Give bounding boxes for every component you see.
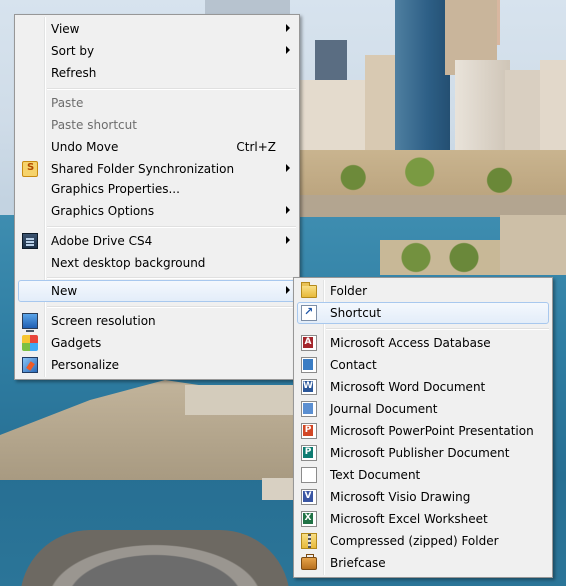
menu-separator [47, 306, 296, 308]
menu-item-next-desktop-background[interactable]: Next desktop background [18, 252, 296, 274]
new-item-access-database[interactable]: Microsoft Access Database [297, 332, 549, 354]
submenu-arrow-icon [286, 24, 290, 32]
new-item-excel-worksheet[interactable]: Microsoft Excel Worksheet [297, 508, 549, 530]
monitor-icon [22, 313, 38, 332]
menu-item-label: Microsoft Visio Drawing [330, 490, 471, 504]
menu-item-label: Briefcase [330, 556, 386, 570]
publisher-icon [301, 445, 317, 461]
adobe-drive-icon [22, 233, 38, 249]
access-icon [301, 335, 317, 351]
new-item-powerpoint-presentation[interactable]: Microsoft PowerPoint Presentation [297, 420, 549, 442]
menu-item-label: Sort by [51, 44, 95, 58]
new-item-shortcut[interactable]: Shortcut [297, 302, 549, 324]
submenu-arrow-icon [286, 236, 290, 244]
wallpaper-opera-house-roof [20, 530, 290, 586]
new-item-folder[interactable]: Folder [297, 280, 549, 302]
menu-item-label: Shortcut [330, 306, 382, 320]
menu-item-refresh[interactable]: Refresh [18, 62, 296, 84]
word-icon [301, 379, 317, 395]
menu-item-label: Graphics Properties... [51, 182, 180, 196]
zip-folder-icon [301, 533, 317, 549]
visio-icon [301, 489, 317, 505]
menu-separator [47, 88, 296, 90]
contact-icon [301, 357, 317, 373]
menu-item-paste: Paste [18, 92, 296, 114]
text-document-icon [301, 467, 317, 483]
wallpaper-building [205, 0, 290, 15]
menu-item-label: Microsoft Publisher Document [330, 446, 510, 460]
new-item-visio-drawing[interactable]: Microsoft Visio Drawing [297, 486, 549, 508]
submenu-arrow-icon [286, 286, 290, 294]
new-item-word-document[interactable]: Microsoft Word Document [297, 376, 549, 398]
menu-item-label: Microsoft Access Database [330, 336, 491, 350]
wallpaper-quay [500, 215, 566, 275]
new-item-journal-document[interactable]: Journal Document [297, 398, 549, 420]
menu-separator [47, 226, 296, 228]
menu-item-label: New [51, 284, 78, 298]
powerpoint-icon [301, 423, 317, 439]
submenu-arrow-icon [286, 164, 290, 172]
personalize-icon [22, 357, 38, 373]
gadgets-icon [22, 335, 38, 351]
menu-item-new[interactable]: New [18, 280, 296, 302]
menu-item-label: Microsoft PowerPoint Presentation [330, 424, 534, 438]
menu-item-screen-resolution[interactable]: Screen resolution [18, 310, 296, 332]
menu-item-gadgets[interactable]: Gadgets [18, 332, 296, 354]
desktop-context-menu: View Sort by Refresh Paste Paste shortcu… [14, 14, 300, 380]
menu-item-view[interactable]: View [18, 18, 296, 40]
menu-item-label: Compressed (zipped) Folder [330, 534, 499, 548]
menu-item-label: Adobe Drive CS4 [51, 234, 153, 248]
menu-item-label: View [51, 22, 80, 36]
wallpaper-pier [185, 385, 305, 415]
menu-item-label: Text Document [330, 468, 421, 482]
new-submenu: Folder Shortcut Microsoft Access Databas… [293, 277, 553, 578]
menu-separator [326, 328, 549, 330]
menu-item-paste-shortcut: Paste shortcut [18, 114, 296, 136]
new-item-compressed-folder[interactable]: Compressed (zipped) Folder [297, 530, 549, 552]
new-item-publisher-document[interactable]: Microsoft Publisher Document [297, 442, 549, 464]
menu-item-label: Paste [51, 96, 84, 110]
menu-item-label: Folder [330, 284, 368, 298]
wallpaper-park [380, 240, 500, 275]
submenu-arrow-icon [286, 206, 290, 214]
shortcut-icon [301, 305, 317, 321]
menu-item-label: Screen resolution [51, 314, 156, 328]
menu-item-label: Journal Document [330, 402, 438, 416]
menu-item-label: Shared Folder Synchronization [51, 162, 235, 176]
menu-item-shared-folder-sync[interactable]: Shared Folder Synchronization [18, 158, 296, 180]
new-item-text-document[interactable]: Text Document [297, 464, 549, 486]
menu-item-graphics-options[interactable]: Graphics Options [18, 200, 296, 222]
menu-item-label: Contact [330, 358, 377, 372]
new-item-briefcase[interactable]: Briefcase [297, 552, 549, 574]
journal-icon [301, 401, 317, 417]
submenu-arrow-icon [286, 46, 290, 54]
menu-item-label: Personalize [51, 358, 120, 372]
briefcase-icon [301, 554, 317, 570]
wallpaper-quay [300, 195, 566, 217]
menu-item-label: Microsoft Excel Worksheet [330, 512, 488, 526]
menu-item-label: Paste shortcut [51, 118, 137, 132]
menu-item-label: Graphics Options [51, 204, 155, 218]
menu-item-label: Refresh [51, 66, 97, 80]
menu-item-sort-by[interactable]: Sort by [18, 40, 296, 62]
menu-item-undo-move[interactable]: Undo Move Ctrl+Z [18, 136, 296, 158]
shortcut-key: Ctrl+Z [236, 140, 276, 154]
menu-item-label: Undo Move [51, 140, 119, 154]
excel-icon [301, 511, 317, 527]
menu-item-graphics-properties[interactable]: Graphics Properties... [18, 178, 296, 200]
menu-separator [47, 277, 296, 279]
menu-item-label: Next desktop background [51, 256, 206, 270]
menu-item-label: Microsoft Word Document [330, 380, 486, 394]
new-item-contact[interactable]: Contact [297, 354, 549, 376]
menu-item-adobe-drive[interactable]: Adobe Drive CS4 [18, 230, 296, 252]
menu-item-personalize[interactable]: Personalize [18, 354, 296, 376]
folder-icon [301, 282, 317, 298]
menu-item-label: Gadgets [51, 336, 102, 350]
sync-icon [22, 161, 38, 177]
